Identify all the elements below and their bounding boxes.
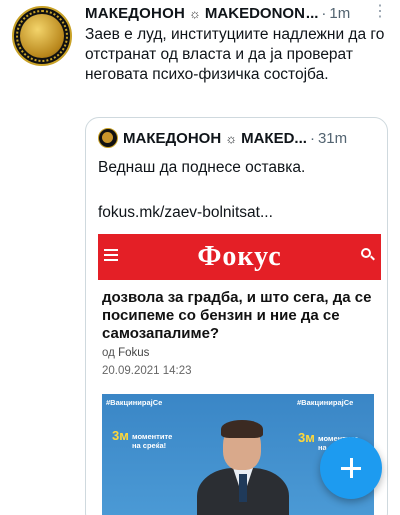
sun-icon: ☼: [225, 130, 238, 146]
tweet[interactable]: МАКЕДОНОН ☼ MAKEDONON ... · 1m ⋮ Заев е …: [0, 0, 400, 515]
article-source: Fokus: [118, 347, 150, 359]
quote-link[interactable]: fokus.mk/zaev-bolnitsat...: [98, 203, 273, 223]
photo-tag: 3м: [112, 428, 129, 443]
article-headline: дозвола за градба, и што сега, да се пос…: [102, 289, 372, 342]
quote-time: 31m: [317, 129, 348, 147]
site-header: Фокус: [98, 234, 381, 280]
tweet-time[interactable]: 1m: [329, 5, 350, 22]
photo-tag: #ВакцинирајСе: [106, 398, 163, 407]
byline-prefix: од: [102, 347, 115, 359]
search-icon: [361, 248, 375, 262]
avatar[interactable]: [12, 6, 72, 66]
coin-image: [20, 14, 64, 58]
name-ellipsis: ...: [305, 4, 319, 22]
compose-button[interactable]: [320, 437, 382, 499]
quote-header: МАКЕДОНОН ☼ МАКЕD... · 31m: [98, 128, 383, 148]
article-date: 20.09.2021 14:23: [102, 365, 192, 377]
tweet-text: Заев е луд, институциите надлежни да го …: [85, 26, 385, 83]
quote-author-name: МАКЕДОНОН: [123, 129, 222, 147]
more-vertical-icon[interactable]: ⋮: [372, 3, 388, 21]
tweet-header: МАКЕДОНОН ☼ MAKEDONON ... · 1m ⋮: [85, 3, 390, 23]
quote-text: Веднаш да поднесе оставка.: [98, 159, 306, 176]
photo-tag: моментите на среќа!: [132, 432, 173, 450]
author-name-latin[interactable]: MAKEDONON: [205, 5, 305, 22]
photo-tag: #ВакцинирајСе: [297, 398, 354, 407]
separator-dot: ·: [321, 4, 327, 22]
site-logo: Фокус: [197, 241, 282, 272]
person-image: [197, 420, 289, 515]
photo-tag: 3м: [298, 430, 315, 445]
sun-icon: ☼: [188, 5, 201, 21]
quote-avatar: [98, 128, 118, 148]
separator-dot: ·: [309, 129, 315, 147]
author-name[interactable]: МАКЕДОНОН: [85, 5, 185, 22]
article-byline: од Fokus: [102, 347, 149, 359]
quote-author-name-latin: МАКЕD...: [241, 129, 307, 147]
